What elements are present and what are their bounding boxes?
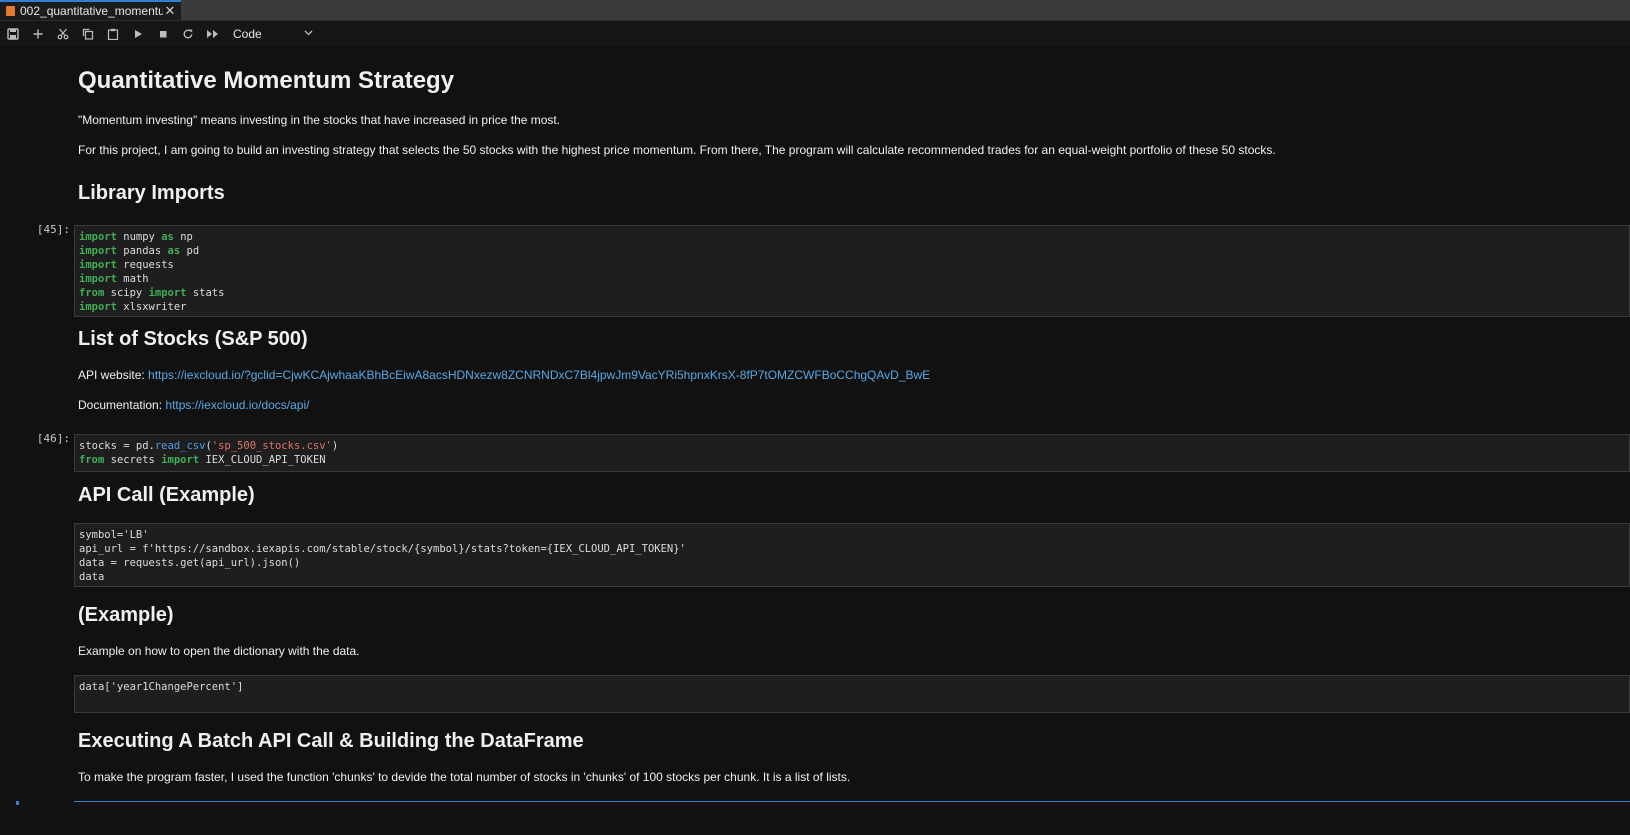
code-text: stats	[192, 287, 225, 299]
code-text: pd	[186, 245, 200, 257]
intro-paragraph-2: For this project, I am going to build an…	[78, 143, 1276, 157]
code-cell-imports[interactable]: import numpy as np import pandas as pd i…	[74, 225, 1630, 317]
heading-example: (Example)	[78, 604, 174, 626]
code-keyword: import	[79, 245, 117, 257]
code-cell-stocks[interactable]: stocks = pd.read_csv('sp_500_stocks.csv'…	[74, 434, 1630, 472]
cut-icon[interactable]	[50, 22, 75, 46]
code-text: np	[180, 231, 193, 243]
api-website-line: API website: https://iexcloud.io/?gclid=…	[78, 368, 930, 382]
code-text: pandas	[123, 245, 162, 257]
code-keyword: import	[79, 273, 117, 285]
code-keyword: as	[167, 245, 181, 257]
code-keyword: import	[148, 287, 187, 299]
cell-type-select[interactable]: Code	[233, 27, 313, 41]
selected-code-cell[interactable]	[74, 801, 1630, 806]
code-keyword: import	[79, 259, 117, 271]
run-all-icon[interactable]	[200, 22, 225, 46]
chevron-down-icon	[304, 28, 313, 39]
documentation-line: Documentation: https://iexcloud.io/docs/…	[78, 398, 309, 412]
code-text: )	[331, 440, 339, 452]
batch-paragraph: To make the program faster, I used the f…	[78, 770, 851, 784]
code-cell-api-call[interactable]: symbol='LB' api_url = f'https://sandbox.…	[74, 523, 1630, 587]
code-text: IEX_CLOUD_API_TOKEN	[205, 454, 326, 466]
api-website-label: API website:	[78, 368, 149, 382]
execution-count: [46]:	[36, 432, 70, 445]
code-text: xlsxwriter	[123, 301, 187, 313]
code-text: secrets	[110, 454, 155, 466]
page-title: Quantitative Momentum Strategy	[78, 67, 455, 94]
execution-count: [45]:	[36, 223, 70, 236]
paste-icon[interactable]	[100, 22, 125, 46]
code-text: requests	[123, 259, 174, 271]
documentation-link[interactable]: https://iexcloud.io/docs/api/	[165, 398, 309, 412]
code-string: 'sp_500_stocks.csv'	[211, 440, 332, 452]
tab-bar: 002_quantitative_momentu ✕	[0, 0, 1630, 21]
api-website-link[interactable]: https://iexcloud.io/?gclid=CjwKCAjwhaaKB…	[148, 368, 930, 382]
heading-batch-api-call: Executing A Batch API Call & Building th…	[78, 730, 584, 752]
heading-library-imports: Library Imports	[78, 182, 225, 204]
code-function: read_csv	[154, 440, 206, 452]
heading-list-of-stocks: List of Stocks (S&P 500)	[78, 328, 308, 350]
active-cell-indicator	[16, 801, 19, 805]
copy-icon[interactable]	[75, 22, 100, 46]
documentation-label: Documentation:	[78, 398, 166, 412]
save-icon[interactable]	[0, 22, 25, 46]
add-cell-icon[interactable]	[25, 22, 50, 46]
example-paragraph: Example on how to open the dictionary wi…	[78, 644, 360, 658]
code-keyword: from	[79, 454, 105, 466]
code-keyword: import	[79, 301, 117, 313]
code-keyword: import	[161, 454, 200, 466]
intro-paragraph-1: "Momentum investing" means investing in …	[78, 113, 561, 127]
notebook-content: Quantitative Momentum Strategy "Momentum…	[0, 47, 1630, 835]
run-icon[interactable]	[125, 22, 150, 46]
close-icon[interactable]: ✕	[163, 3, 177, 19]
code-text: math	[123, 273, 149, 285]
code-keyword: import	[79, 231, 117, 243]
code-keyword: as	[161, 231, 174, 243]
cell-type-value: Code	[233, 26, 262, 41]
code-text: numpy	[123, 231, 155, 243]
stop-icon[interactable]	[150, 22, 175, 46]
notebook-toolbar: Code	[0, 21, 1630, 46]
code-keyword: from	[79, 287, 105, 299]
tab-title: 002_quantitative_momentu	[20, 4, 163, 18]
code-cell-example[interactable]: data['year1ChangePercent']	[74, 675, 1630, 713]
code-text: stocks = pd.	[79, 440, 155, 452]
notebook-icon	[6, 6, 15, 16]
code-text: scipy	[110, 287, 143, 299]
notebook-tab[interactable]: 002_quantitative_momentu ✕	[0, 0, 181, 20]
restart-icon[interactable]	[175, 22, 200, 46]
heading-api-call-example: API Call (Example)	[78, 484, 255, 506]
